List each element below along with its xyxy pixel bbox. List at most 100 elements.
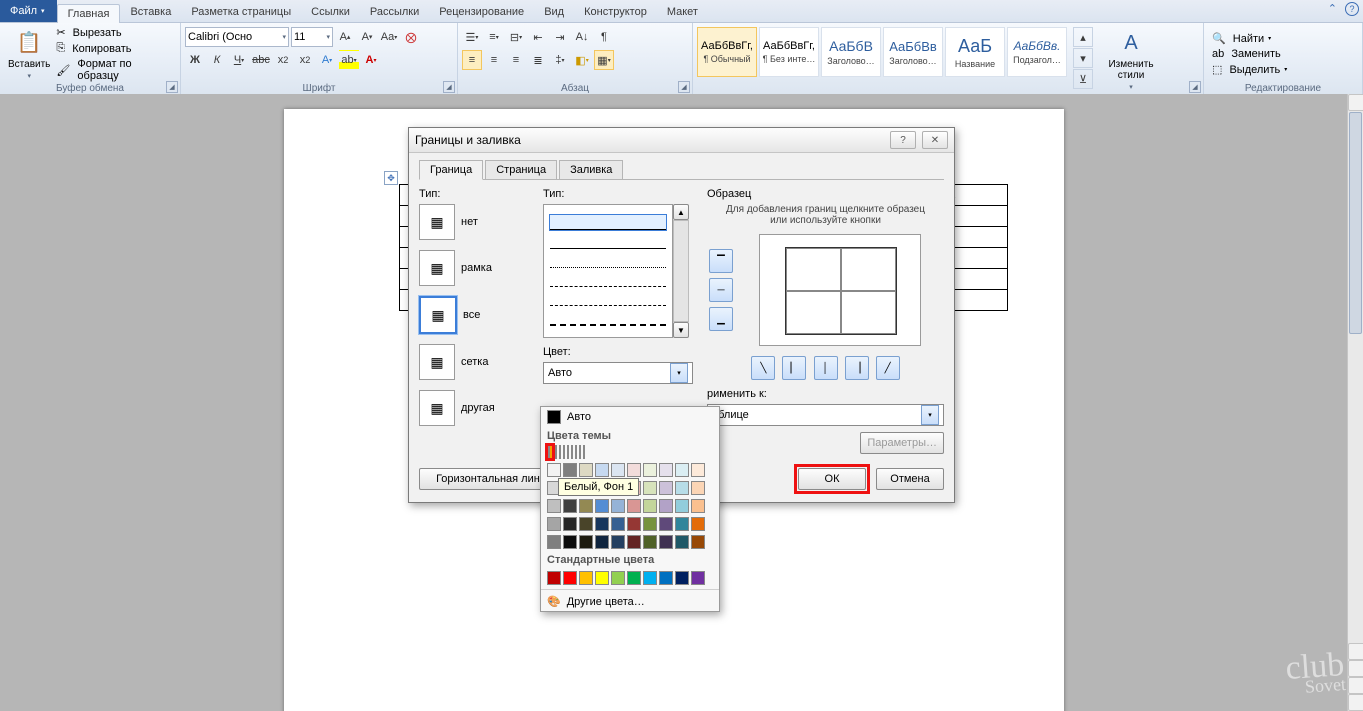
find-button[interactable]: 🔍 Найти▾ (1212, 32, 1358, 45)
minimize-ribbon-icon[interactable]: ⌃ (1328, 2, 1337, 16)
color-swatch[interactable] (643, 517, 657, 531)
color-swatch[interactable] (579, 535, 593, 549)
color-swatch[interactable] (563, 517, 577, 531)
border-right-button[interactable]: ▕ (845, 356, 869, 380)
change-case-button[interactable]: Aa▾ (379, 27, 399, 47)
paragraph-dialog-launcher[interactable]: ◢ (678, 81, 690, 93)
style-item-2[interactable]: АаБбВЗаголово… (821, 27, 881, 77)
color-swatch[interactable] (659, 535, 673, 549)
border-diag1-button[interactable]: ╲ (751, 356, 775, 380)
menu-tab-5[interactable]: Рецензирование (429, 3, 534, 22)
styles-row-up-button[interactable]: ▴ (1073, 27, 1093, 47)
color-swatch[interactable] (611, 535, 625, 549)
help-icon[interactable]: ? (1345, 2, 1359, 16)
menu-tab-3[interactable]: Ссылки (301, 3, 360, 22)
paste-button[interactable]: 📋 Вставить ▾ (4, 25, 54, 83)
cancel-button[interactable]: Отмена (876, 468, 944, 490)
color-swatch[interactable] (675, 481, 689, 495)
color-swatch[interactable] (611, 517, 625, 531)
dialog-tab-2[interactable]: Заливка (559, 160, 623, 180)
color-swatch[interactable] (563, 571, 577, 585)
superscript-button[interactable]: x2 (295, 50, 315, 70)
apply-to-combo[interactable]: аблице ▾ (707, 404, 944, 426)
sort-button[interactable]: A↓ (572, 27, 592, 47)
dialog-tab-1[interactable]: Страница (485, 160, 557, 180)
border-vmid-button[interactable]: │ (814, 356, 838, 380)
color-swatch[interactable] (643, 571, 657, 585)
bullets-button[interactable]: ☰▾ (462, 27, 482, 47)
color-swatch[interactable] (611, 463, 625, 477)
ok-button[interactable]: ОК (798, 468, 866, 490)
more-colors-row[interactable]: 🎨 Другие цвета… (541, 592, 719, 611)
color-auto-row[interactable]: Авто (541, 407, 719, 427)
browse-object-button[interactable]: ● (1348, 677, 1363, 694)
dialog-close-button[interactable]: ✕ (922, 131, 948, 149)
color-swatch[interactable] (595, 517, 609, 531)
color-swatch[interactable] (659, 481, 673, 495)
menu-tab-2[interactable]: Разметка страницы (181, 3, 301, 22)
file-tab[interactable]: Файл ▾ (0, 0, 57, 22)
color-swatch[interactable] (659, 517, 673, 531)
color-swatch[interactable] (563, 445, 565, 459)
shading-button[interactable]: ◧▾ (572, 50, 592, 70)
next-page-button[interactable]: ◉ (1348, 694, 1363, 711)
multilevel-button[interactable]: ⊟▾ (506, 27, 526, 47)
style-item-1[interactable]: АаБбВвГг,¶ Без инте… (759, 27, 819, 77)
subscript-button[interactable]: x2 (273, 50, 293, 70)
strikethrough-button[interactable]: abc (251, 50, 271, 70)
color-swatch[interactable] (563, 499, 577, 513)
color-swatch[interactable] (571, 445, 573, 459)
clipboard-dialog-launcher[interactable]: ◢ (166, 81, 178, 93)
color-swatch[interactable] (595, 499, 609, 513)
color-swatch[interactable] (659, 571, 673, 585)
border-top-button[interactable]: ▔ (709, 249, 733, 273)
menu-tab-4[interactable]: Рассылки (360, 3, 429, 22)
change-styles-button[interactable]: A Изменить стили ▾ (1101, 27, 1161, 93)
color-swatch[interactable] (659, 499, 673, 513)
copy-button[interactable]: ⎘ Копировать (56, 42, 176, 55)
color-swatch[interactable] (547, 517, 561, 531)
menu-tab-6[interactable]: Вид (534, 3, 574, 22)
menu-tab-0[interactable]: Главная (57, 4, 121, 23)
color-swatch[interactable] (691, 517, 705, 531)
color-swatch[interactable] (675, 535, 689, 549)
color-swatch[interactable] (627, 463, 641, 477)
color-swatch[interactable] (547, 571, 561, 585)
menu-tab-7[interactable]: Конструктор (574, 3, 657, 22)
scroll-down-button[interactable]: ▼ (1348, 643, 1363, 660)
color-swatch[interactable] (691, 499, 705, 513)
align-right-button[interactable]: ≡ (506, 50, 526, 70)
setting-box[interactable]: ▦рамка (419, 250, 529, 286)
dialog-titlebar[interactable]: Границы и заливка ? ✕ (409, 128, 954, 153)
color-swatch[interactable] (595, 535, 609, 549)
dialog-help-button[interactable]: ? (890, 131, 916, 149)
numbering-button[interactable]: ≡▾ (484, 27, 504, 47)
menu-tab-1[interactable]: Вставка (120, 3, 181, 22)
align-center-button[interactable]: ≡ (484, 50, 504, 70)
border-left-button[interactable]: ▏ (782, 356, 806, 380)
color-swatch[interactable] (691, 535, 705, 549)
align-left-button[interactable]: ≡ (462, 50, 482, 70)
border-bottom-button[interactable]: ▁ (709, 307, 733, 331)
font-name-combo[interactable]: Calibri (Осно▾ (185, 27, 289, 47)
color-swatch[interactable] (563, 535, 577, 549)
style-item-5[interactable]: АаБбВв.Подзагол… (1007, 27, 1067, 77)
increase-indent-button[interactable]: ⇥ (550, 27, 570, 47)
prev-page-button[interactable]: ◉ (1348, 660, 1363, 677)
color-swatch[interactable] (675, 571, 689, 585)
vertical-scrollbar[interactable]: ▲ ▼ ◉ ● ◉ (1347, 94, 1363, 711)
replace-button[interactable]: ab Заменить (1212, 48, 1358, 60)
color-swatch[interactable] (579, 517, 593, 531)
color-swatch[interactable] (627, 535, 641, 549)
color-swatch[interactable] (563, 463, 577, 477)
color-swatch[interactable] (643, 463, 657, 477)
color-swatch[interactable] (675, 499, 689, 513)
color-swatch[interactable] (611, 499, 625, 513)
text-effects-button[interactable]: A▾ (317, 50, 337, 70)
color-swatch[interactable] (611, 571, 625, 585)
color-swatch[interactable] (547, 535, 561, 549)
setting-all[interactable]: ▦все (419, 296, 529, 334)
shrink-font-button[interactable]: A▾ (357, 27, 377, 47)
color-swatch[interactable] (627, 517, 641, 531)
color-swatch[interactable] (579, 445, 581, 459)
